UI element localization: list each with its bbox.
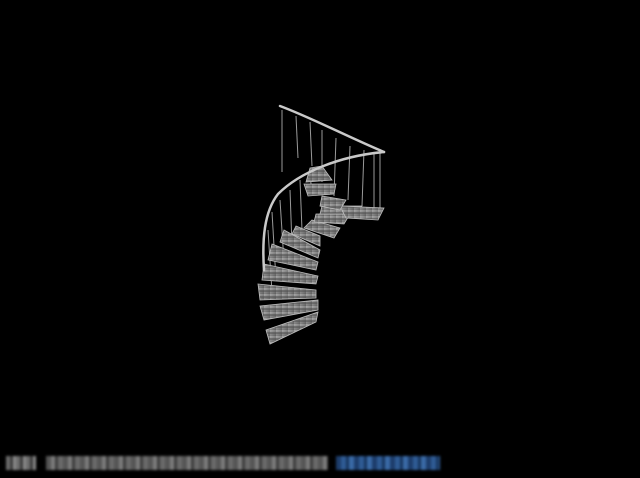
stair-step — [339, 205, 385, 221]
stair-steps — [257, 165, 385, 345]
caption-blur-segment — [46, 456, 328, 470]
render-viewport — [0, 0, 640, 478]
stair-step — [257, 283, 317, 301]
spiral-staircase-render — [257, 104, 386, 345]
stair-step — [303, 183, 337, 197]
caption-blur-link — [336, 456, 440, 470]
caption-strip — [4, 454, 440, 472]
caption-blur-segment — [6, 456, 36, 470]
